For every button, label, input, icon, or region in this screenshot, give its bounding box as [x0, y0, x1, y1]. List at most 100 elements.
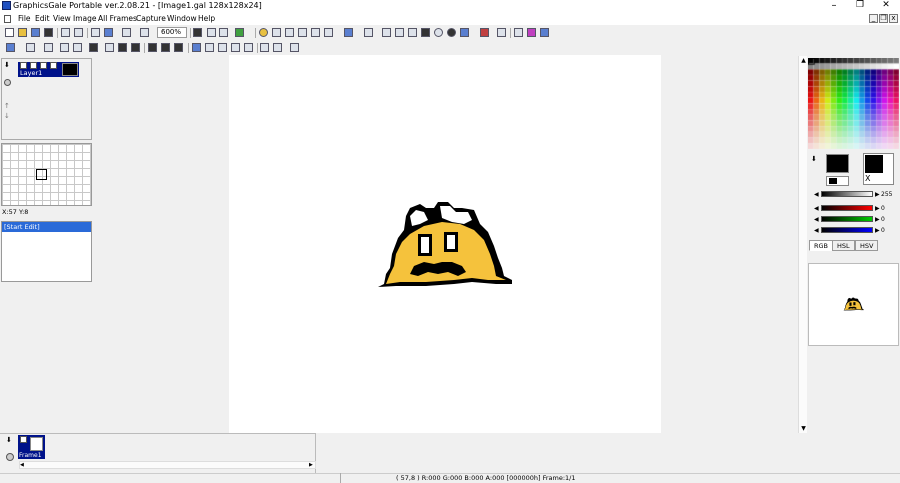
slider-right-arrow-icon[interactable]: ▶ — [875, 216, 880, 223]
scroll-up-arrow-icon[interactable]: ▲ — [799, 56, 808, 65]
slider-left-arrow-icon[interactable]: ◀ — [814, 191, 819, 198]
slider-left-arrow-icon[interactable]: ◀ — [814, 216, 819, 223]
layer-visible-icon[interactable] — [20, 62, 27, 69]
pencil-icon[interactable] — [382, 28, 391, 37]
frame-add-icon[interactable]: ⬇ — [6, 436, 12, 444]
mask-icon[interactable] — [205, 43, 214, 52]
restore-button[interactable]: ❐ — [848, 0, 872, 12]
open-folder-icon[interactable] — [18, 28, 27, 37]
color-palette[interactable] — [808, 58, 899, 149]
layer-add-icon[interactable]: ⬇ — [4, 62, 11, 69]
mask-invert-icon[interactable] — [218, 43, 227, 52]
scroll-left-arrow-icon[interactable]: ◀ — [20, 462, 24, 468]
rectangle-tool-icon[interactable] — [408, 28, 417, 37]
brush-settings-icon[interactable] — [514, 28, 523, 37]
mdi-minimize-button[interactable]: _ — [869, 14, 878, 23]
frame-copy-icon[interactable] — [105, 43, 114, 52]
zoom-select[interactable]: 600% — [157, 27, 187, 38]
lasso-icon[interactable] — [311, 28, 320, 37]
menu-edit[interactable]: Edit — [35, 14, 50, 24]
settings-icon[interactable] — [290, 43, 299, 52]
menu-help[interactable]: Help — [198, 14, 215, 24]
document-icon[interactable] — [4, 15, 11, 23]
menu-capture[interactable]: Capture — [136, 14, 166, 24]
color-picker-icon[interactable]: ⬇ — [811, 155, 817, 163]
pause-icon[interactable] — [174, 43, 183, 52]
navigator-viewport[interactable] — [36, 169, 47, 180]
frame-visible-icon[interactable] — [20, 436, 27, 443]
fill-bucket-icon[interactable] — [460, 28, 469, 37]
layer-menu-icon[interactable] — [6, 43, 15, 52]
frame-menu-icon[interactable] — [26, 43, 35, 52]
undo-icon[interactable] — [61, 28, 70, 37]
filled-ellipse-icon[interactable] — [447, 28, 456, 37]
frame-delete-icon[interactable] — [44, 43, 53, 52]
pen-icon[interactable] — [540, 28, 549, 37]
value-slider[interactable] — [821, 191, 873, 197]
slider-right-arrow-icon[interactable]: ▶ — [875, 191, 880, 198]
menu-window[interactable]: Window — [167, 14, 197, 24]
hand-tool-icon[interactable] — [272, 28, 281, 37]
select-rect-icon[interactable] — [285, 28, 294, 37]
mdi-close-button[interactable]: x — [889, 14, 898, 23]
mask-add-icon[interactable] — [231, 43, 240, 52]
new-file-icon[interactable] — [5, 28, 14, 37]
mask-clear-icon[interactable] — [244, 43, 253, 52]
tab-hsv[interactable]: HSV — [855, 240, 879, 251]
slider-right-arrow-icon[interactable]: ▶ — [875, 227, 880, 234]
prev-arrow-icon[interactable] — [60, 43, 69, 52]
menu-image[interactable]: Image — [73, 14, 97, 24]
dropper-icon[interactable] — [364, 28, 373, 37]
pixel-grid-icon[interactable] — [207, 28, 216, 37]
primary-color-swatch[interactable] — [826, 154, 849, 173]
cut-icon[interactable] — [91, 28, 100, 37]
move-down-icon[interactable] — [260, 43, 269, 52]
menu-file[interactable]: File — [18, 14, 31, 24]
select-free-icon[interactable] — [298, 28, 307, 37]
layer-down-arrow-icon[interactable]: ↓ — [4, 113, 11, 120]
layer-alpha-icon[interactable] — [50, 62, 57, 69]
tab-hsl[interactable]: HSL — [832, 240, 855, 251]
brush-icon[interactable] — [480, 28, 489, 37]
rewind-icon[interactable] — [148, 43, 157, 52]
save-icon[interactable] — [44, 28, 53, 37]
transform-icon[interactable] — [344, 28, 353, 37]
tab-rgb[interactable]: RGB — [809, 240, 834, 251]
slider-left-arrow-icon[interactable]: ◀ — [814, 205, 819, 212]
scroll-right-arrow-icon[interactable]: ▶ — [309, 462, 313, 468]
frame-trash-icon[interactable] — [6, 453, 14, 461]
layer-trash-icon[interactable] — [4, 79, 11, 86]
slider-left-arrow-icon[interactable]: ◀ — [814, 227, 819, 234]
next-arrow-icon[interactable] — [73, 43, 82, 52]
draw-mode-icon[interactable] — [192, 43, 201, 52]
minimize-button[interactable]: – — [822, 0, 846, 12]
green-slider[interactable] — [821, 216, 873, 222]
fit-window-icon[interactable] — [219, 28, 228, 37]
mdi-restore-button[interactable]: ❐ — [879, 14, 888, 23]
menu-all-frames[interactable]: All Frames — [98, 14, 137, 24]
history-item[interactable]: [Start Edit] — [2, 222, 91, 232]
layer-lock-icon[interactable] — [30, 62, 37, 69]
line-tool-icon[interactable] — [395, 28, 404, 37]
frame-insert-icon[interactable] — [131, 43, 140, 52]
redo-icon[interactable] — [74, 28, 83, 37]
blue-slider[interactable] — [821, 227, 873, 233]
refresh-icon[interactable] — [235, 28, 244, 37]
magic-wand-icon[interactable] — [324, 28, 333, 37]
slider-right-arrow-icon[interactable]: ▶ — [875, 205, 880, 212]
vertical-scrollbar[interactable]: ▲ ▼ — [798, 56, 807, 433]
grid-icon[interactable] — [193, 28, 202, 37]
stamp-icon[interactable] — [140, 28, 149, 37]
color-mode-icon[interactable] — [527, 28, 536, 37]
filled-rectangle-icon[interactable] — [421, 28, 430, 37]
frames-scrollbar[interactable]: ◀ ▶ — [19, 461, 316, 469]
paste-icon[interactable] — [122, 28, 131, 37]
move-up-icon[interactable] — [273, 43, 282, 52]
search-icon[interactable] — [31, 28, 40, 37]
menu-view[interactable]: View — [53, 14, 71, 24]
scroll-down-arrow-icon[interactable]: ▼ — [799, 424, 808, 433]
copy-icon[interactable] — [104, 28, 113, 37]
frame-paste-icon[interactable] — [118, 43, 127, 52]
zoom-tool-icon[interactable] — [259, 28, 268, 37]
text-tool-icon[interactable] — [497, 28, 506, 37]
